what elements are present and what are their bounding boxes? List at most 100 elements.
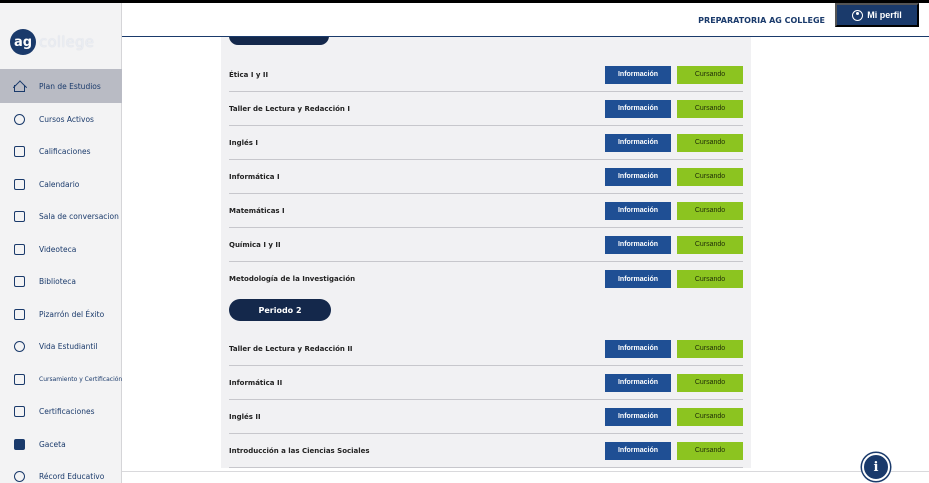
status-button[interactable]: Cursando	[677, 65, 743, 84]
subject-row: Informática II Información Cursando	[229, 366, 743, 400]
status-button[interactable]: Cursando	[677, 133, 743, 152]
status-button[interactable]: Cursando	[677, 235, 743, 254]
subject-name: Matemáticas I	[229, 206, 285, 215]
sidebar-item-cursamiento-y-certificación[interactable]: Cursamiento y Certificación	[0, 363, 122, 396]
subject-row: Inglés II Información Cursando	[229, 400, 743, 434]
subject-name: Metodología de la Investigación	[229, 275, 356, 283]
sidebar: ag college Plan de Estudios Cursos Activo…	[0, 3, 122, 483]
info-button[interactable]: Información	[605, 235, 671, 254]
sidebar-item-label: Récord Educativo	[39, 472, 105, 482]
subject-row: Taller de Lectura y Redacción I Informaci…	[229, 92, 743, 126]
sidebar-item-cursos-activos[interactable]: Cursos Activos	[0, 103, 122, 136]
clipboard-icon	[14, 146, 25, 158]
top-header: PREPARATORIA AG COLLEGE Mi perfil	[122, 3, 929, 37]
status-button[interactable]: Cursando	[677, 99, 743, 118]
sidebar-item-pizarrón-del-éxito[interactable]: Pizarrón del Éxito	[0, 298, 122, 331]
logo-word: college	[39, 33, 95, 51]
subject-name: Informática I	[229, 172, 280, 181]
logo[interactable]: ag college	[10, 29, 94, 55]
subject-row: Introducción a las Ciencias Sociales Info…	[229, 434, 743, 468]
subject-row: Química I y II Información Cursando	[229, 228, 743, 262]
sidebar-item-label: Sala de conversacion	[39, 212, 119, 222]
sidebar-item-récord-educativo[interactable]: Récord Educativo	[0, 461, 122, 483]
subject-name: Inglés I	[229, 138, 258, 147]
footer-divider	[122, 471, 929, 472]
status-button[interactable]: Cursando	[677, 270, 743, 288]
sidebar-item-label: Cursamiento y Certificación	[39, 375, 123, 383]
logo-mark: ag	[10, 29, 36, 55]
sidebar-item-calificaciones[interactable]: Calificaciones	[0, 136, 122, 169]
sidebar-item-biblioteca[interactable]: Biblioteca	[0, 266, 122, 299]
info-button[interactable]: Información	[605, 65, 671, 84]
subject-name: Taller de Lectura y Redacción I	[229, 104, 350, 113]
info-button[interactable]: Información	[605, 201, 671, 220]
status-button[interactable]: Cursando	[677, 339, 743, 358]
subject-row: Inglés I Información Cursando	[229, 126, 743, 160]
period-1-pill	[229, 37, 329, 45]
video-icon	[14, 243, 25, 255]
student-icon	[14, 341, 25, 353]
status-button[interactable]: Cursando	[677, 441, 743, 460]
board-icon	[14, 308, 25, 320]
status-button[interactable]: Cursando	[677, 407, 743, 426]
info-button[interactable]: Información	[605, 441, 671, 460]
info-button[interactable]: Información	[605, 167, 671, 186]
sidebar-item-label: Pizarrón del Éxito	[39, 309, 105, 319]
study-plan-panel: Ética I y II Información Cursando Taller de…	[221, 37, 751, 468]
status-button[interactable]: Cursando	[677, 167, 743, 186]
medal-icon	[14, 471, 25, 483]
subject-name: Inglés II	[229, 412, 261, 421]
profile-label: Mi perfil	[867, 10, 902, 20]
subject-name: Química I y II	[229, 240, 281, 249]
subject-name: Introducción a las Ciencias Sociales	[229, 446, 370, 455]
subject-name: Informática II	[229, 378, 283, 387]
subject-name: Ética I y II	[229, 70, 269, 79]
sidebar-item-label: Biblioteca	[39, 277, 77, 287]
status-button[interactable]: Cursando	[677, 373, 743, 392]
book-icon	[14, 276, 25, 288]
sidebar-item-certificaciones[interactable]: Certificaciones	[0, 396, 122, 429]
certificate-icon	[14, 373, 25, 385]
sidebar-item-vida-estudiantil[interactable]: Vida Estudiantil	[0, 331, 122, 364]
info-button[interactable]: Información	[605, 270, 671, 288]
sidebar-item-label: Calificaciones	[39, 147, 91, 157]
info-icon: i	[873, 459, 879, 475]
document-icon	[14, 406, 25, 418]
sidebar-item-label: Vida Estudiantil	[39, 342, 98, 352]
sidebar-item-label: Calendario	[39, 179, 80, 189]
sidebar-item-videoteca[interactable]: Videoteca	[0, 233, 122, 266]
user-group-icon	[14, 113, 25, 125]
newspaper-icon	[14, 438, 25, 450]
profile-button[interactable]: Mi perfil	[835, 3, 919, 27]
sidebar-item-label: Gaceta	[39, 439, 66, 449]
home-icon	[14, 81, 25, 92]
subject-row: Informática I Información Cursando	[229, 160, 743, 194]
subject-row: Taller de Lectura y Redacción II Informac…	[229, 332, 743, 366]
subject-row: Matemáticas I Información Cursando	[229, 194, 743, 228]
top-border	[0, 0, 929, 3]
sidebar-item-plan-de-estudios[interactable]: Plan de Estudios	[0, 69, 122, 103]
sidebar-item-label: Certificaciones	[39, 407, 95, 417]
info-button[interactable]: Información	[605, 373, 671, 392]
sidebar-item-label: Videoteca	[39, 244, 77, 254]
chat-icon	[14, 211, 25, 223]
info-fab-button[interactable]: i	[862, 453, 890, 481]
period-2-pill: Periodo 2	[229, 299, 331, 321]
info-button[interactable]: Información	[605, 133, 671, 152]
subject-name: Taller de Lectura y Redacción II	[229, 344, 353, 353]
info-button[interactable]: Información	[605, 339, 671, 358]
sidebar-item-label: Plan de Estudios	[39, 81, 101, 91]
subject-row: Metodología de la Investigación Informaci…	[229, 262, 743, 296]
sidebar-item-label: Cursos Activos	[39, 114, 94, 124]
subject-row: Ética I y II Información Cursando	[229, 58, 743, 92]
sidebar-item-calendario[interactable]: Calendario	[0, 168, 122, 201]
sidebar-item-gaceta[interactable]: Gaceta	[0, 428, 122, 461]
info-button[interactable]: Información	[605, 407, 671, 426]
info-button[interactable]: Información	[605, 99, 671, 118]
sidebar-nav: Plan de Estudios Cursos Activos Calificaci…	[0, 69, 122, 483]
calendar-icon	[14, 178, 25, 190]
school-name: PREPARATORIA AG COLLEGE	[698, 16, 825, 25]
user-circle-icon	[852, 9, 864, 21]
status-button[interactable]: Cursando	[677, 201, 743, 220]
sidebar-item-sala-de-conversacion[interactable]: Sala de conversacion	[0, 201, 122, 234]
